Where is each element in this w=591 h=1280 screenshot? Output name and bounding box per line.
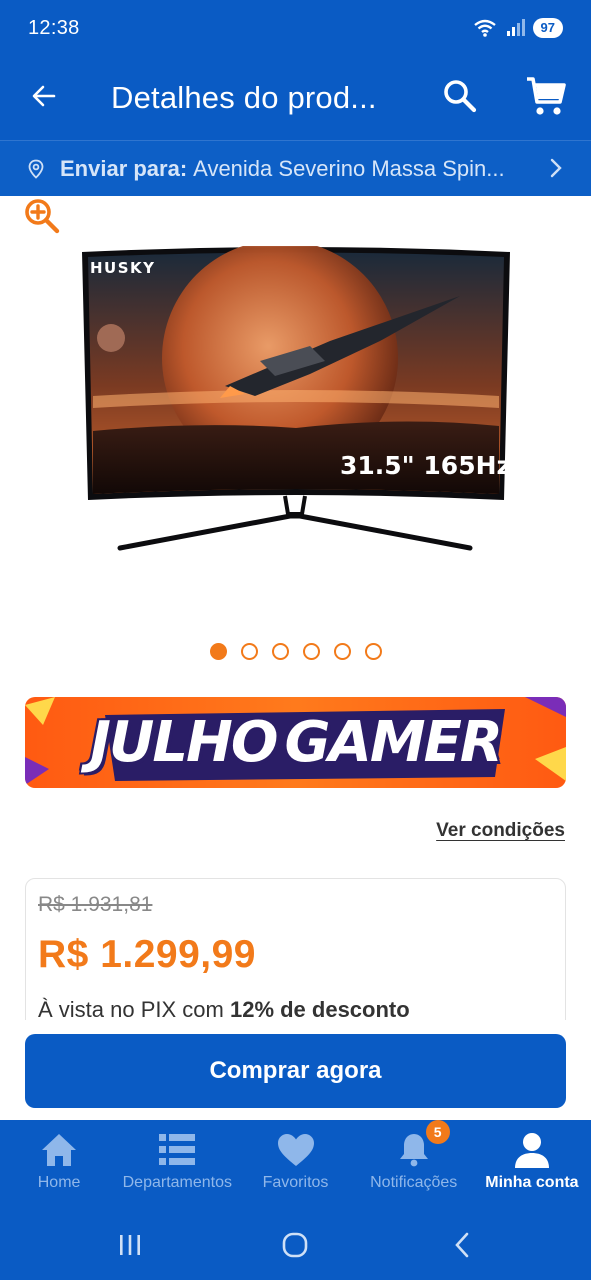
nav-favorites-label: Favoritos	[262, 1174, 329, 1191]
delivery-address: Avenida Severino Massa Spin...	[193, 155, 505, 181]
bottom-navigation: Home Departamentos Favoritos 5 Notificaç	[0, 1120, 591, 1208]
back-chevron-icon	[455, 1232, 469, 1258]
buy-now-button[interactable]: Comprar agora	[25, 1034, 566, 1108]
back-system-button[interactable]	[442, 1230, 482, 1260]
nav-departments[interactable]: Departamentos	[118, 1120, 236, 1208]
carousel-indicator	[210, 643, 382, 660]
view-conditions-link[interactable]: Ver condições	[436, 820, 565, 842]
back-button[interactable]	[26, 78, 62, 114]
nav-departments-label: Departamentos	[122, 1174, 232, 1191]
carousel-dot[interactable]	[210, 643, 227, 660]
list-icon	[159, 1134, 196, 1165]
system-navigation-bar	[0, 1208, 591, 1280]
signal-icon	[506, 19, 525, 36]
nav-notifications-label: Notificações	[370, 1174, 458, 1191]
recent-apps-button[interactable]	[110, 1230, 150, 1260]
location-pin-icon	[28, 159, 44, 179]
app-bar: Detalhes do prod...	[0, 56, 591, 140]
current-price: R$ 1.299,99	[38, 933, 257, 976]
zoom-in-icon	[25, 199, 60, 234]
pix-discount: 12% de desconto	[229, 997, 410, 1022]
nav-account[interactable]: Minha conta	[473, 1120, 591, 1208]
cart-icon	[527, 77, 566, 115]
nav-notifications[interactable]: 5 Notificações	[355, 1120, 473, 1208]
notification-badge: 5	[425, 1120, 450, 1144]
delivery-label: Enviar para:	[60, 155, 188, 181]
chevron-right-icon	[550, 158, 562, 178]
promo-word-2: GAMER	[284, 710, 503, 775]
search-icon	[444, 80, 477, 113]
delivery-address-bar[interactable]: Enviar para: Avenida Severino Massa Spin…	[0, 140, 591, 196]
battery-indicator: 97	[532, 18, 563, 38]
carousel-dot[interactable]	[272, 643, 289, 660]
product-image[interactable]: HUSKY 31.5" 165Hz	[80, 246, 512, 554]
promo-banner[interactable]: JULHO GAMER	[25, 697, 566, 788]
home-system-button[interactable]	[275, 1230, 315, 1260]
status-time: 12:38	[28, 16, 80, 39]
search-button[interactable]	[440, 76, 480, 116]
bell-icon	[399, 1134, 428, 1167]
nav-favorites[interactable]: Favoritos	[236, 1120, 354, 1208]
nav-home[interactable]: Home	[0, 1120, 118, 1208]
arrow-left-icon	[32, 85, 56, 107]
status-icons: 97	[473, 18, 563, 38]
carousel-dot[interactable]	[365, 643, 382, 660]
nav-home-label: Home	[37, 1174, 81, 1191]
page-title: Detalhes do prod...	[111, 80, 377, 115]
old-price: R$ 1.931,81	[38, 893, 153, 916]
carousel-dot[interactable]	[241, 643, 258, 660]
home-icon	[42, 1134, 77, 1166]
small-moon	[97, 324, 125, 352]
user-icon	[514, 1133, 549, 1168]
zoom-button[interactable]	[22, 196, 62, 236]
carousel-dot[interactable]	[303, 643, 320, 660]
promo-word-1: JULHO	[90, 710, 278, 775]
recent-apps-icon	[120, 1235, 140, 1255]
promo-text: JULHO GAMER	[25, 697, 566, 788]
carousel-dot[interactable]	[334, 643, 351, 660]
monitor-brand: HUSKY	[90, 259, 156, 277]
status-bar: 12:38 97	[0, 0, 591, 56]
cart-button[interactable]	[522, 72, 570, 120]
home-circle-icon	[282, 1232, 308, 1258]
monitor-neck	[283, 495, 307, 516]
heart-icon	[277, 1134, 314, 1166]
monitor-stand	[117, 513, 473, 551]
buy-area: Comprar agora	[0, 1020, 591, 1120]
wifi-icon	[473, 19, 496, 37]
pix-prefix: À vista no PIX com	[38, 997, 230, 1022]
nav-account-label: Minha conta	[485, 1174, 579, 1191]
monitor-spec: 31.5" 165Hz	[340, 451, 511, 480]
